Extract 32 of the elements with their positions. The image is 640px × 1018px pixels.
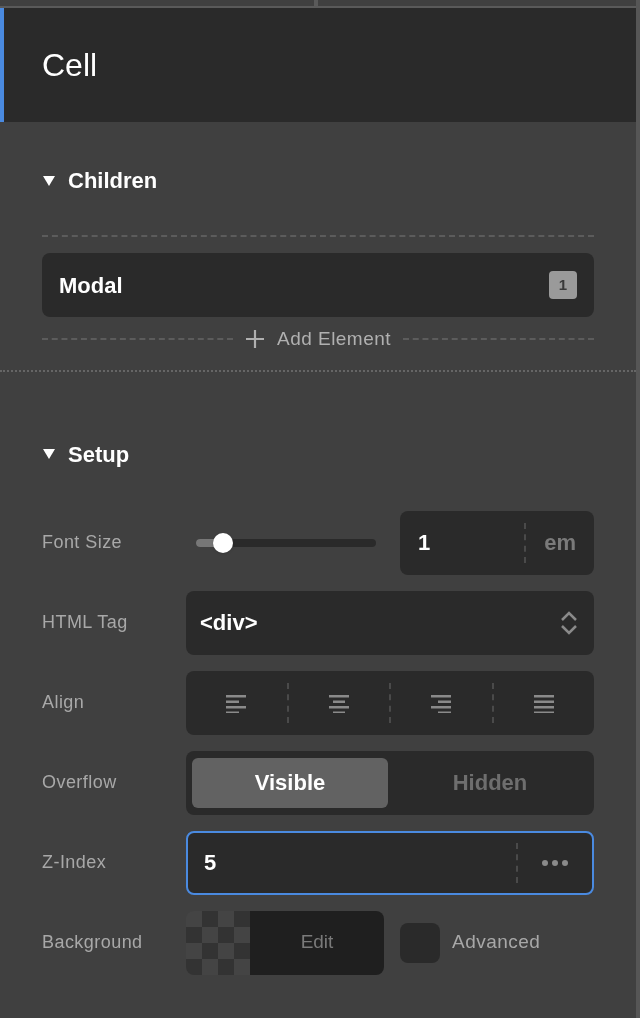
font-size-field[interactable]: 1 em	[400, 510, 594, 575]
chevron-up-down-icon	[560, 610, 578, 635]
transparency-swatch	[186, 910, 250, 975]
field-value: 1	[417, 529, 432, 557]
field-label: Background	[42, 931, 144, 954]
edit-button[interactable]: Edit	[250, 910, 384, 975]
field-value: 5	[203, 849, 218, 877]
field-label: Align	[42, 691, 86, 714]
align-right-icon	[429, 692, 454, 713]
align-left-icon	[224, 692, 249, 713]
slider[interactable]	[196, 532, 376, 553]
field-label: Z-Index	[42, 851, 108, 874]
field-label: Overflow	[42, 771, 118, 794]
z-index-field[interactable]: 5	[186, 830, 594, 895]
count-badge: 1	[549, 271, 577, 299]
html-tag-select[interactable]: <div>	[186, 590, 594, 655]
add-element-button[interactable]: Add Element	[245, 325, 391, 354]
advanced-label: Advanced	[452, 930, 541, 955]
panel-title: Cell	[42, 46, 98, 85]
child-item[interactable]: Modal 1	[42, 253, 594, 317]
more-icon[interactable]	[542, 859, 568, 866]
slider-thumb[interactable]	[213, 532, 233, 553]
align-justify-icon	[531, 692, 556, 713]
unit-label: em	[543, 529, 577, 557]
section-toggle[interactable]: Setup	[42, 437, 130, 471]
overflow-option[interactable]: Visible	[192, 757, 388, 808]
child-label: Modal	[59, 271, 123, 300]
field-label: Font Size	[42, 531, 124, 554]
align-center-icon	[326, 692, 351, 713]
plus-icon	[245, 329, 265, 350]
field-label: HTML Tag	[42, 611, 129, 634]
section-toggle[interactable]: Children	[42, 164, 158, 197]
